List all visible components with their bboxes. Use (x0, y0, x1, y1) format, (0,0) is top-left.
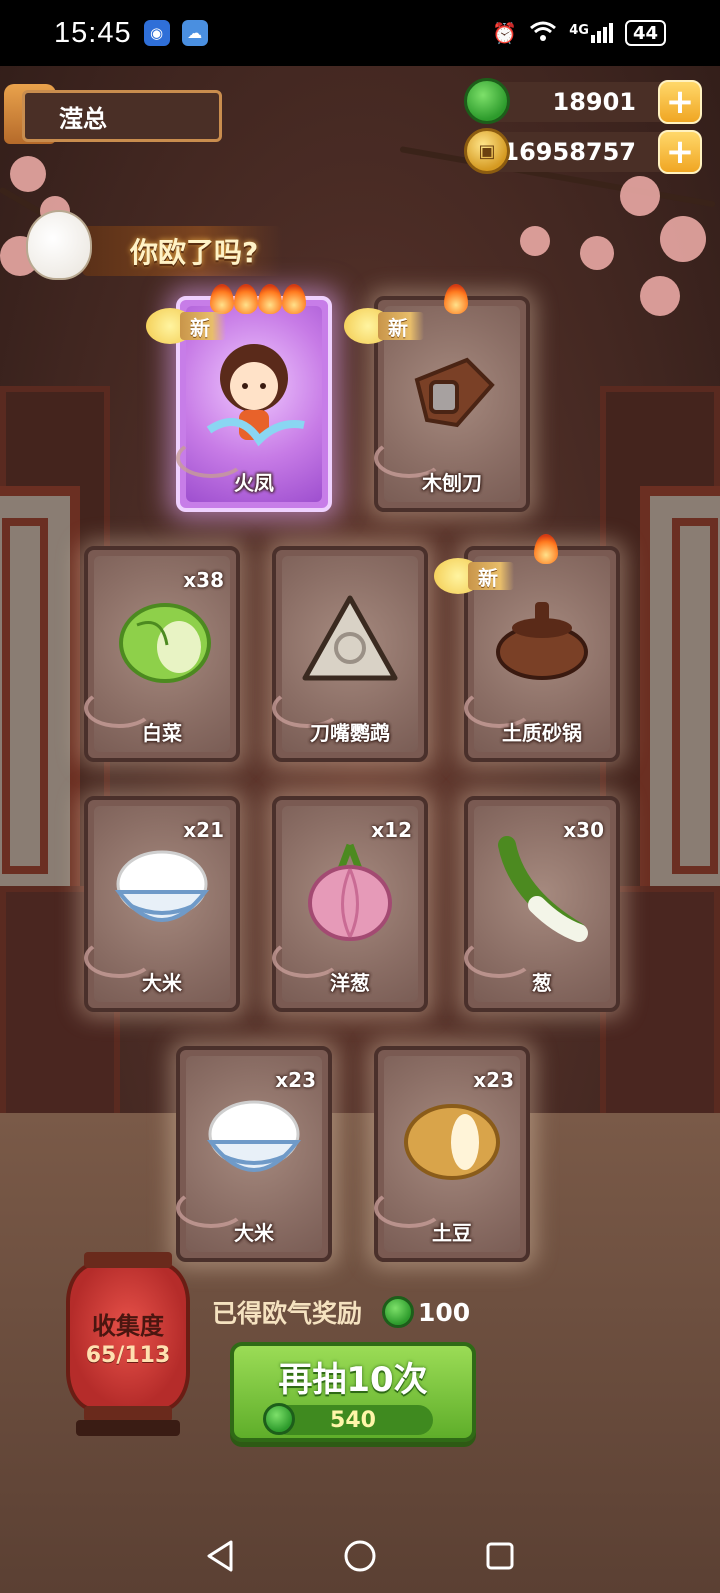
card-name: 白菜 (142, 721, 182, 745)
flame-icon (258, 284, 282, 314)
system-nav-bar (0, 1519, 720, 1593)
onion-icon (295, 835, 405, 949)
card-count: x12 (371, 818, 412, 842)
new-badge-label: 新 (468, 562, 514, 590)
coin-icon: ▣ (464, 128, 510, 174)
window-right (640, 486, 720, 906)
reward-card[interactable]: 土质砂锅 新 (434, 534, 620, 762)
banner-text: 你欧了吗? (130, 236, 259, 269)
card-name: 大米 (234, 1221, 274, 1245)
window-left (0, 486, 80, 906)
reward-value: 100 (418, 1297, 471, 1327)
draw-cost-value: 540 (330, 1407, 376, 1433)
new-badge-label: 新 (378, 312, 424, 340)
rice-bowl-icon (199, 1090, 309, 1194)
card-count: x23 (473, 1068, 514, 1092)
clay-pot-icon (487, 590, 597, 694)
reward-line: 已得欧气奖励 100 (212, 1290, 470, 1334)
player-name-box[interactable]: 滢总 (22, 90, 222, 142)
reward-card[interactable]: 木刨刀 新 (344, 284, 530, 512)
luck-banner: 你欧了吗? (26, 210, 282, 286)
new-badge: 新 (344, 308, 448, 344)
alarm-icon: ⏰ (492, 21, 518, 45)
card-name: 大米 (142, 971, 182, 995)
potato-icon (397, 1090, 507, 1194)
reward-card[interactable]: 刀嘴鹦鹉 (272, 546, 428, 762)
status-time: 15:45 (54, 16, 132, 49)
battery-level: 44 (632, 22, 658, 44)
status-bar: 15:45 ◉ ☁ ⏰ 4G 44 (0, 0, 720, 66)
reward-label: 已得欧气奖励 (212, 1299, 363, 1328)
card-name: 土质砂锅 (502, 721, 582, 745)
reward-card[interactable]: 火凤 新 (146, 284, 332, 512)
jade-icon (263, 1403, 295, 1435)
add-jade-button[interactable]: + (658, 80, 702, 124)
collection-progress: 65/113 (85, 1343, 171, 1368)
chick-mascot-icon (26, 210, 92, 280)
notification-app-icon: ◉ (143, 20, 170, 46)
collection-lantern[interactable]: 收集度 65/113 (66, 1252, 190, 1422)
cloud-app-icon: ☁ (181, 20, 208, 46)
reward-card[interactable]: x21 大米 (84, 796, 240, 1012)
new-badge: 新 (434, 558, 538, 594)
card-name: 木刨刀 (422, 471, 482, 495)
wood-plane-icon (397, 340, 507, 444)
home-icon[interactable] (340, 1536, 380, 1576)
draw-again-button[interactable]: 再抽10次 540 (230, 1342, 476, 1442)
new-badge: 新 (146, 308, 250, 344)
battery-icon: 44 (624, 20, 666, 46)
wifi-icon (529, 20, 557, 47)
card-name: 土豆 (432, 1221, 472, 1245)
reward-card[interactable]: x38 白菜 (84, 546, 240, 762)
rice-bowl-icon (107, 840, 217, 944)
coin-currency: ▣ 16958757 + (464, 128, 702, 174)
card-name: 刀嘴鹦鹉 (310, 721, 390, 745)
jade-amount: 18901 (552, 88, 637, 116)
new-badge-label: 新 (180, 312, 226, 340)
card-count: x38 (183, 568, 224, 592)
back-icon[interactable] (200, 1536, 240, 1576)
card-name: 火凤 (234, 471, 274, 495)
coin-amount: 16958757 (502, 138, 636, 166)
banner-ribbon: 你欧了吗? (82, 226, 282, 276)
reward-card[interactable]: x12 洋葱 (272, 796, 428, 1012)
draw-cost: 540 (263, 1403, 433, 1435)
player-name: 滢总 (59, 104, 107, 133)
card-count: x30 (563, 818, 604, 842)
add-coin-button[interactable]: + (658, 130, 702, 174)
card-name: 葱 (532, 971, 552, 995)
card-name: 洋葱 (330, 971, 370, 995)
signal-icon: 4G (569, 23, 613, 43)
jade-icon (382, 1296, 415, 1328)
reward-card[interactable]: x30 葱 (464, 796, 620, 1012)
stone-triangle-icon (295, 590, 405, 694)
cabbage-icon (107, 585, 217, 699)
status-icons: ⏰ 4G 44 (492, 20, 666, 47)
jade-icon (464, 78, 510, 124)
network-type: 4G (569, 23, 589, 38)
flame-icon (282, 284, 306, 314)
reward-card[interactable]: x23 土豆 (374, 1046, 530, 1262)
card-count: x21 (183, 818, 224, 842)
jade-currency: 18901 + (464, 78, 702, 124)
recents-icon[interactable] (480, 1536, 520, 1576)
card-count: x23 (275, 1068, 316, 1092)
scallion-icon (487, 835, 597, 949)
reward-card[interactable]: x23 大米 (176, 1046, 332, 1262)
phoenix-character-icon (199, 330, 309, 454)
collection-title: 收集度 (92, 1312, 164, 1340)
draw-button-label: 再抽10次 (278, 1360, 428, 1400)
lantern-stand (76, 1420, 180, 1436)
